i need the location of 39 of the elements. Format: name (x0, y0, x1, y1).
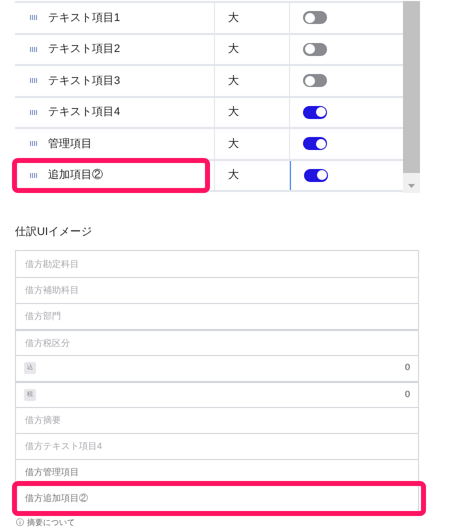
size-label: 大 (228, 136, 239, 152)
scroll-down-icon[interactable] (408, 184, 415, 188)
toggle-switch[interactable] (303, 74, 327, 88)
amount-value: 0 (404, 361, 410, 374)
size-label: 大 (228, 168, 239, 183)
drag-handle-icon[interactable] (30, 110, 38, 115)
drag-handle-icon[interactable] (30, 15, 38, 20)
toggle-switch[interactable] (304, 168, 328, 182)
drag-handle-icon[interactable] (30, 141, 38, 146)
item-name: テキスト項目1 (48, 10, 120, 26)
input-field[interactable]: 借方テキスト項目4 (16, 432, 418, 458)
drag-handle-icon[interactable] (30, 172, 38, 178)
toggle-switch[interactable] (303, 11, 327, 24)
drag-handle-icon[interactable] (30, 46, 38, 52)
size-label: 大 (228, 10, 239, 26)
input-field[interactable]: 借方管理項目 (16, 458, 418, 484)
info-icon: ⓘ (16, 518, 24, 528)
scrollbar[interactable] (403, 1, 420, 193)
input-field[interactable]: 借方勘定科目 (16, 250, 418, 276)
help-link[interactable]: 摘要について (27, 518, 75, 528)
item-name: テキスト項目2 (48, 42, 120, 57)
item-name: 追加項目② (48, 168, 103, 183)
item-name: テキスト項目4 (48, 105, 120, 120)
input-field[interactable]: 借方補助科目 (16, 276, 418, 302)
input-field[interactable]: 借方税区分 (16, 328, 418, 354)
size-label: 大 (228, 42, 239, 57)
item-name: テキスト項目3 (48, 74, 120, 88)
input-field[interactable]: 借方追加項目② (16, 484, 418, 510)
size-label: 大 (228, 105, 239, 120)
size-label: 大 (228, 74, 239, 88)
input-field[interactable]: 借方部門 (16, 302, 418, 328)
toggle-switch[interactable] (303, 106, 327, 119)
input-field[interactable]: 借方摘要 (16, 406, 418, 432)
drag-handle-icon[interactable] (30, 78, 38, 84)
toggle-switch[interactable] (303, 42, 327, 56)
item-name: 管理項目 (48, 136, 92, 152)
section-title: 仕訳UIイメージ (15, 225, 92, 240)
amount-value: 0 (404, 388, 410, 401)
toggle-switch[interactable] (303, 137, 327, 150)
